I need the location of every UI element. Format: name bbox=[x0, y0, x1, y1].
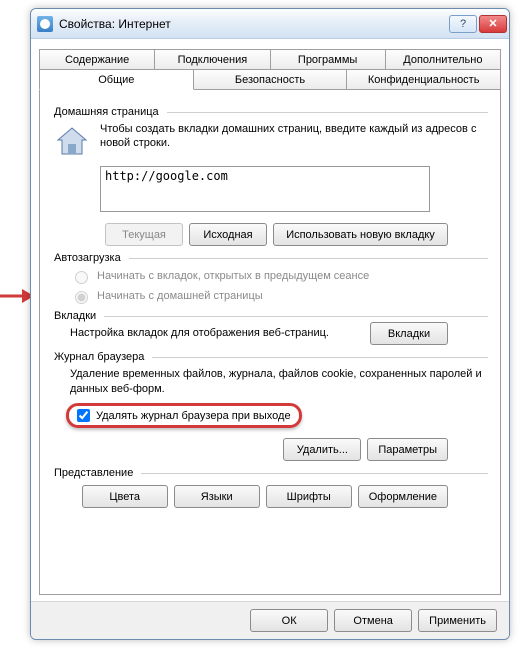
apply-button[interactable]: Применить bbox=[418, 609, 497, 632]
annotation-arrow bbox=[0, 286, 34, 306]
tabs-desc: Настройка вкладок для отображения веб-ст… bbox=[70, 326, 370, 341]
startup-option-tabs[interactable]: Начинать с вкладок, открытых в предыдуще… bbox=[70, 268, 488, 284]
fonts-button[interactable]: Шрифты bbox=[266, 485, 352, 508]
tab-security[interactable]: Безопасность bbox=[193, 69, 348, 90]
dialog-footer: ОК Отмена Применить bbox=[31, 601, 509, 639]
history-params-button[interactable]: Параметры bbox=[367, 438, 448, 461]
group-homepage-label: Домашняя страница bbox=[52, 106, 161, 118]
internet-options-icon bbox=[37, 16, 53, 32]
startup-option-home[interactable]: Начинать с домашней страницы bbox=[70, 288, 488, 304]
group-appearance-label: Представление bbox=[52, 467, 135, 479]
dialog-content: Содержание Подключения Программы Дополни… bbox=[39, 49, 501, 597]
startup-radio-tabs[interactable] bbox=[75, 271, 88, 284]
homepage-current-button[interactable]: Текущая bbox=[105, 223, 183, 246]
history-desc: Удаление временных файлов, журнала, файл… bbox=[70, 367, 488, 397]
tab-content[interactable]: Содержание bbox=[39, 49, 155, 70]
tab-row-2: Общие Безопасность Конфиденциальность bbox=[39, 69, 501, 90]
tabs-settings-button[interactable]: Вкладки bbox=[370, 322, 448, 345]
tab-advanced[interactable]: Дополнительно bbox=[385, 49, 501, 70]
homepage-hint: Чтобы создать вкладки домашних страниц, … bbox=[100, 122, 488, 150]
highlight-delete-on-exit: Удалять журнал браузера при выходе bbox=[66, 403, 302, 428]
languages-button[interactable]: Языки bbox=[174, 485, 260, 508]
history-delete-button[interactable]: Удалить... bbox=[283, 438, 361, 461]
tab-general[interactable]: Общие bbox=[39, 69, 194, 90]
homepage-newtab-button[interactable]: Использовать новую вкладку bbox=[273, 223, 448, 246]
group-tabs-label: Вкладки bbox=[52, 310, 98, 322]
group-startup-label: Автозагрузка bbox=[52, 252, 123, 264]
dialog-window: Свойства: Интернет ? ✕ Содержание Подклю… bbox=[30, 8, 510, 640]
homepage-default-button[interactable]: Исходная bbox=[189, 223, 267, 246]
accessibility-button[interactable]: Оформление bbox=[358, 485, 448, 508]
help-button[interactable]: ? bbox=[449, 15, 477, 33]
delete-history-on-exit-checkbox[interactable] bbox=[77, 409, 90, 422]
tab-connections[interactable]: Подключения bbox=[154, 49, 270, 70]
delete-history-on-exit-label: Удалять журнал браузера при выходе bbox=[96, 410, 291, 422]
tab-privacy[interactable]: Конфиденциальность bbox=[346, 69, 501, 90]
window-title: Свойства: Интернет bbox=[59, 17, 171, 31]
tab-row-1: Содержание Подключения Программы Дополни… bbox=[39, 49, 501, 70]
general-panel: Домашняя страница Чтобы создать вкладки … bbox=[39, 89, 501, 595]
cancel-button[interactable]: Отмена bbox=[334, 609, 412, 632]
homepage-url-input[interactable] bbox=[100, 166, 430, 212]
home-icon bbox=[52, 122, 92, 162]
colors-button[interactable]: Цвета bbox=[82, 485, 168, 508]
close-button[interactable]: ✕ bbox=[479, 15, 507, 33]
group-history-label: Журнал браузера bbox=[52, 351, 146, 363]
titlebar: Свойства: Интернет ? ✕ bbox=[31, 9, 509, 39]
ok-button[interactable]: ОК bbox=[250, 609, 328, 632]
tab-programs[interactable]: Программы bbox=[270, 49, 386, 70]
startup-radio-home[interactable] bbox=[75, 291, 88, 304]
